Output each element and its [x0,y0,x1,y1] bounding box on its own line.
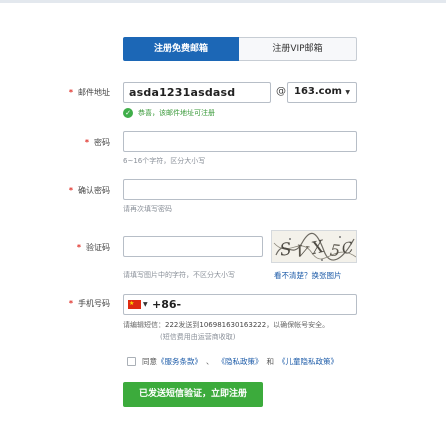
agree-prefix: 同意 [142,357,157,366]
phone-label: * 手机号码 [68,299,110,308]
register-tabs: 注册免费邮箱 注册VIP邮箱 [123,37,357,61]
password-input[interactable] [123,131,357,152]
check-circle-icon: ✓ [123,108,133,118]
domain-value: 163.com [294,86,342,97]
at-sign: @ [276,86,286,97]
email-value: asda1231asdasd [129,86,236,99]
captcha-input[interactable] [123,236,263,257]
email-input[interactable]: asda1231asdasd [123,82,271,103]
sms-instruction: 请编辑短信：222发送到106981630163222，以确保帐号安全。 [123,321,330,329]
email-available-text: 恭喜，该邮件地址可注册 [138,109,215,117]
password-hint: 6~16个字符，区分大小写 [123,157,206,165]
chevron-down-icon: ▼ [345,89,350,96]
confirm-password-input[interactable] [123,179,357,200]
required-mark: * [68,88,73,97]
children-privacy-link[interactable]: 《儿童隐私政策》 [278,356,338,367]
agree-checkbox[interactable] [127,357,136,366]
captcha-image[interactable]: S V X 5 C [271,230,357,263]
refresh-captcha-link[interactable]: 看不清楚？换张图片 [274,270,342,281]
country-code: +86- [152,298,182,311]
terms-link[interactable]: 《服务条款》 [157,356,202,367]
captcha-label: * 验证码 [76,243,110,252]
phone-input[interactable]: ★ ▼ +86- [123,294,357,315]
confirm-label: * 确认密码 [68,186,110,195]
privacy-link[interactable]: 《隐私政策》 [218,356,263,367]
svg-text:5: 5 [329,240,341,260]
tab-vip-mail[interactable]: 注册VIP邮箱 [239,37,357,61]
password-label: * 密码 [84,138,110,147]
register-submit-button[interactable]: 已发送短信验证，立即注册 [123,382,263,407]
china-flag-icon[interactable]: ★ [128,300,141,309]
agree-separator: 、 [206,357,214,366]
agreement-row: 同意 《服务条款》 、 《隐私政策》 和 《儿童隐私政策》 [127,356,338,367]
agree-and: 和 [266,357,275,366]
email-available: ✓ 恭喜，该邮件地址可注册 [123,107,215,119]
tab-free-mail[interactable]: 注册免费邮箱 [123,37,239,61]
captcha-hint: 请填写图片中的字符，不区分大小写 [123,271,235,279]
sms-fee-note: (短信费用由运营商收取) [160,333,236,341]
domain-select[interactable]: 163.com ▼ [287,82,357,103]
top-divider [0,0,446,3]
chevron-down-icon: ▼ [143,301,148,308]
confirm-hint: 请再次填写密码 [123,205,172,213]
email-label: * 邮件地址 [68,88,110,97]
